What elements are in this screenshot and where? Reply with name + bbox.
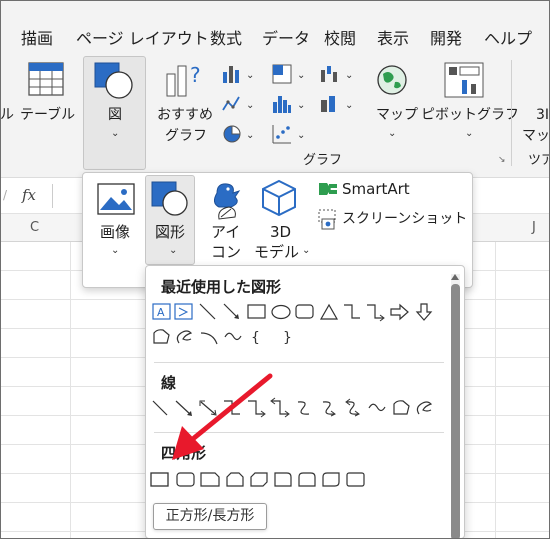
smartart-button-label[interactable]: SmartArt [342, 180, 410, 198]
hierarchy-chart-icon[interactable]: ⌄ [272, 64, 312, 84]
waterfall-chart-icon[interactable]: ⌄ [320, 64, 360, 84]
fx-button[interactable]: fx [22, 186, 36, 204]
cut-label: ル [0, 107, 14, 123]
figure-shapes-icon [94, 62, 134, 100]
svg-text:⌄: ⌄ [297, 70, 305, 81]
svg-text:A: A [157, 306, 165, 319]
tab-view[interactable]: 表示 [377, 25, 409, 49]
globe-map-icon [376, 64, 408, 96]
formula-divider: / [3, 188, 8, 202]
svg-text:⌄: ⌄ [246, 100, 254, 111]
smartart-icon [318, 181, 338, 197]
map-button-label[interactable]: マップ [376, 106, 418, 124]
column-header-c[interactable]: C [30, 220, 39, 235]
svg-text:⌄: ⌄ [297, 100, 305, 111]
table-icon [28, 62, 64, 96]
chevron-down-icon: ⌄ [111, 128, 120, 139]
recommended-chart-label-2[interactable]: グラフ [165, 127, 207, 145]
statistic-chart-icon[interactable]: ⌄ [272, 94, 312, 114]
red-arrow-annotation [172, 373, 273, 460]
model-3d-label-1[interactable]: 3D [270, 223, 291, 241]
tab-developer[interactable]: 開発 [430, 25, 462, 49]
tab-page-layout[interactable]: ページ レイアウト [76, 25, 209, 49]
gallery-scrollbar[interactable] [451, 274, 460, 539]
formula-separator [52, 184, 53, 208]
tab-review[interactable]: 校閲 [324, 25, 356, 49]
pivot-chart-icon [444, 62, 484, 98]
threed-map-label-1[interactable]: 3I [536, 106, 549, 124]
dialog-launcher-icon[interactable]: ↘ [498, 155, 506, 165]
threed-map-label-2[interactable]: マップ [522, 127, 550, 145]
chevron-down-icon: ⌄ [302, 245, 311, 256]
recent-shapes-row-1[interactable]: A [151, 302, 441, 324]
svg-text:{: { [251, 330, 260, 346]
pie-chart-icon[interactable]: ⌄ [222, 124, 262, 144]
tab-help[interactable]: ヘルプ [484, 25, 532, 49]
chevron-down-icon: ⌄ [445, 211, 454, 222]
scroll-up-icon[interactable] [451, 274, 459, 280]
rectangles-shapes-row[interactable] [149, 470, 379, 490]
column-header-j[interactable]: J [532, 220, 536, 235]
svg-text:⌄: ⌄ [297, 130, 305, 141]
group-divider [511, 60, 512, 166]
column-chart-icon[interactable]: ⌄ [222, 64, 262, 84]
tab-formulas[interactable]: 数式 [210, 25, 242, 49]
rectangle-tooltip: 正方形/長方形 [153, 503, 267, 530]
svg-text:⌄: ⌄ [246, 130, 254, 141]
menu-bar: 描画 ページ レイアウト 数式 データ 校閲 表示 開発 ヘルプ [0, 0, 550, 52]
tab-draw[interactable]: 描画 [21, 25, 53, 49]
svg-text:?: ? [190, 63, 201, 87]
svg-text:⌄: ⌄ [345, 100, 353, 111]
shapes-icon [151, 181, 189, 217]
shapes-button-label: 図形 [155, 223, 186, 241]
scrollbar-thumb[interactable] [451, 284, 460, 539]
icons-button-label-2[interactable]: コン [211, 243, 241, 261]
svg-text:⌄: ⌄ [246, 70, 254, 81]
section-divider [154, 362, 444, 363]
svg-text:}: } [283, 330, 292, 346]
combo-chart-icon[interactable]: ⌄ [320, 94, 360, 114]
ribbon: ル テーブル 図 ⌄ ? おすすめ グラフ ⌄ ⌄ ⌄ ⌄ ⌄ ⌄ ⌄ ⌄ マッ… [0, 52, 550, 178]
screenshot-icon [318, 209, 338, 231]
scatter-chart-icon[interactable]: ⌄ [272, 124, 312, 144]
pivot-chart-label[interactable]: ピボットグラフ [421, 106, 519, 124]
chart-group-label: グラフ [303, 153, 343, 168]
recommended-chart-icon: ? [166, 62, 206, 98]
recommended-chart-label-1[interactable]: おすすめ [157, 106, 213, 124]
chevron-down-icon: ⌄ [111, 245, 120, 256]
recent-shapes-title: 最近使用した図形 [161, 278, 282, 296]
chevron-down-icon: ⌄ [169, 245, 178, 256]
recent-shapes-row-2[interactable]: { } [151, 327, 311, 349]
chevron-down-icon: ⌄ [388, 128, 397, 139]
svg-text:⌄: ⌄ [345, 70, 353, 81]
model-3d-label-2[interactable]: モデル [254, 243, 299, 261]
cube-3d-icon [261, 179, 297, 217]
chevron-down-icon: ⌄ [465, 128, 474, 139]
picture-icon [97, 183, 135, 215]
line-chart-icon[interactable]: ⌄ [222, 94, 262, 114]
figure-button-label: 図 [108, 107, 122, 123]
table-button-label[interactable]: テーブル [20, 106, 75, 124]
icons-duck-icon [207, 179, 245, 221]
tour-group-label: ツア [528, 153, 550, 168]
icons-button-label-1[interactable]: アイ [211, 223, 240, 241]
image-button-label[interactable]: 画像 [100, 223, 130, 241]
tab-data[interactable]: データ [262, 25, 310, 49]
